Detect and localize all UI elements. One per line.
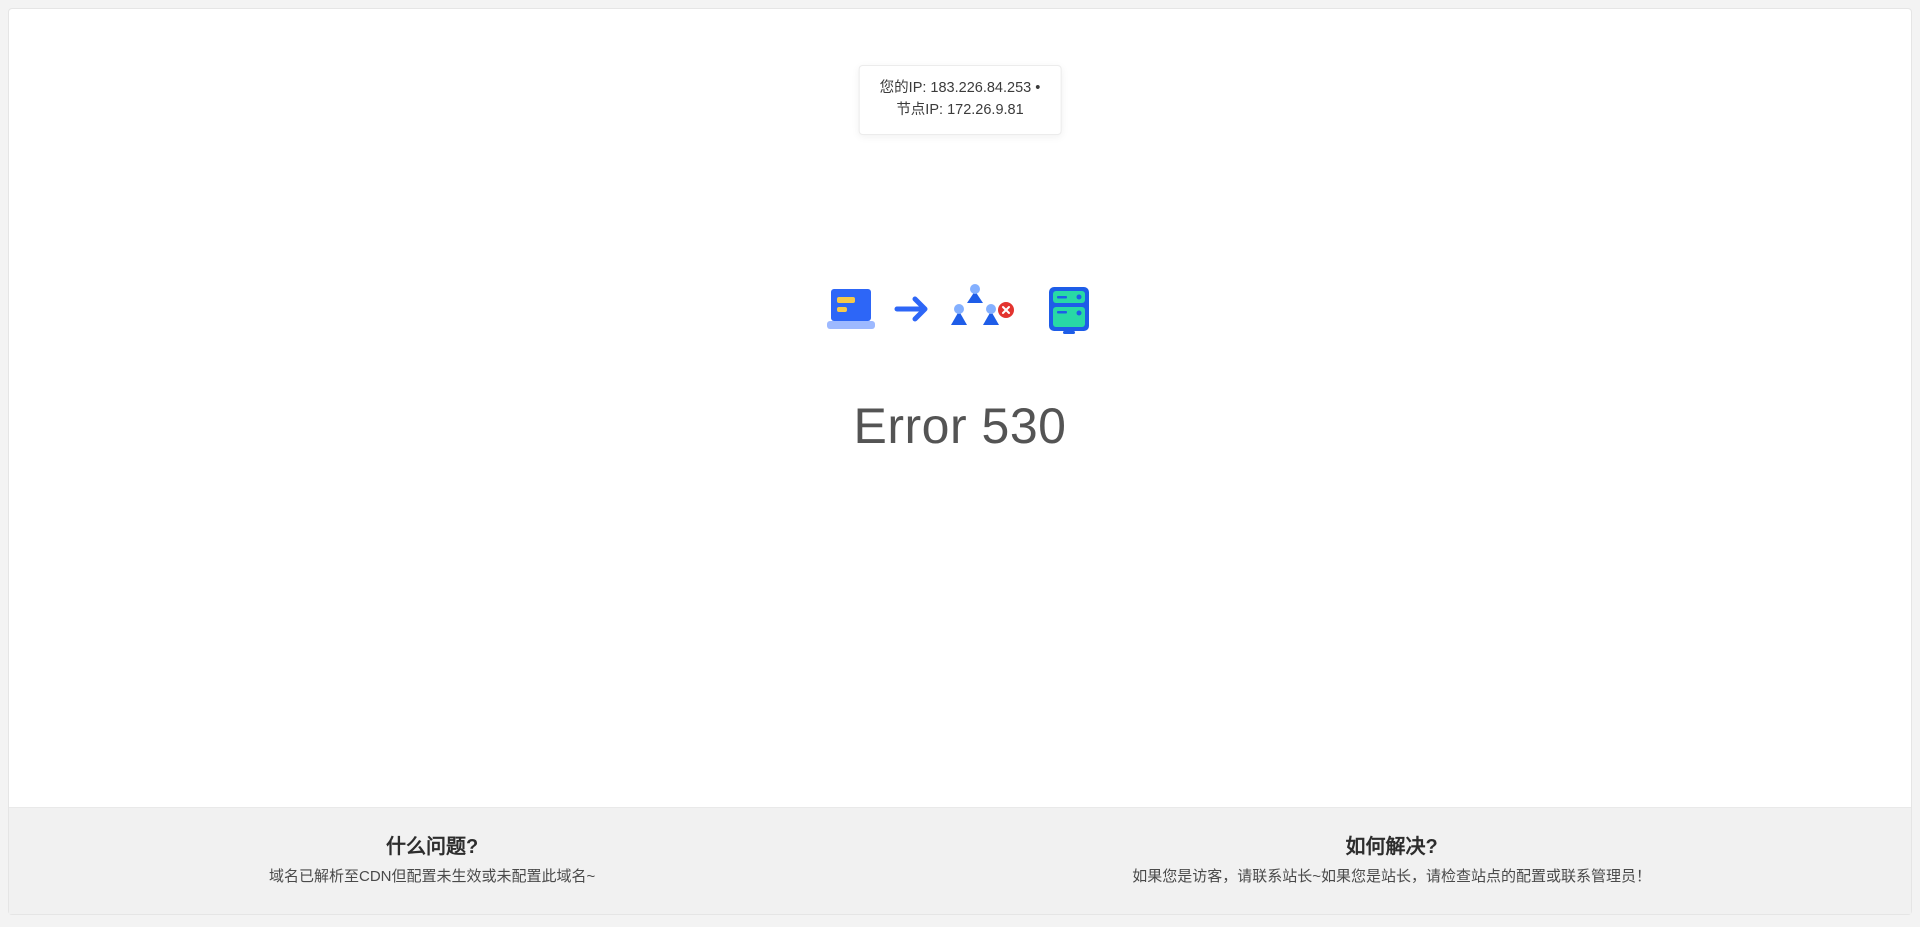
footer: 什么问题? 域名已解析至CDN但配置未生效或未配置此域名~ 如何解决? 如果您是…	[9, 807, 1911, 914]
page-outer: 您的IP: 183.226.84.253 • 节点IP: 172.26.9.81	[0, 0, 1920, 927]
footer-left-column: 什么问题? 域名已解析至CDN但配置未生效或未配置此域名~	[269, 830, 595, 886]
connection-illustration	[823, 281, 1097, 337]
footer-right-heading: 如何解决?	[1132, 830, 1651, 859]
server-icon	[1041, 281, 1097, 337]
client-laptop-icon	[823, 281, 879, 337]
your-ip-line: 您的IP: 183.226.84.253 •	[880, 78, 1041, 100]
footer-right-body: 如果您是访客，请联系站长~如果您是站长，请检查站点的配置或联系管理员！	[1132, 865, 1651, 886]
ip-info-box: 您的IP: 183.226.84.253 • 节点IP: 172.26.9.81	[859, 65, 1062, 135]
footer-right-column: 如何解决? 如果您是访客，请联系站长~如果您是站长，请检查站点的配置或联系管理员…	[1132, 830, 1651, 886]
error-title: Error 530	[854, 397, 1067, 455]
footer-left-heading: 什么问题?	[269, 830, 595, 859]
cdn-network-icon	[947, 281, 1003, 337]
footer-left-body: 域名已解析至CDN但配置未生效或未配置此域名~	[269, 865, 595, 886]
node-ip-line: 节点IP: 172.26.9.81	[880, 100, 1041, 122]
arrow-right-icon	[893, 289, 933, 329]
error-badge-icon	[997, 301, 1015, 319]
error-card: 您的IP: 183.226.84.253 • 节点IP: 172.26.9.81	[8, 8, 1912, 915]
